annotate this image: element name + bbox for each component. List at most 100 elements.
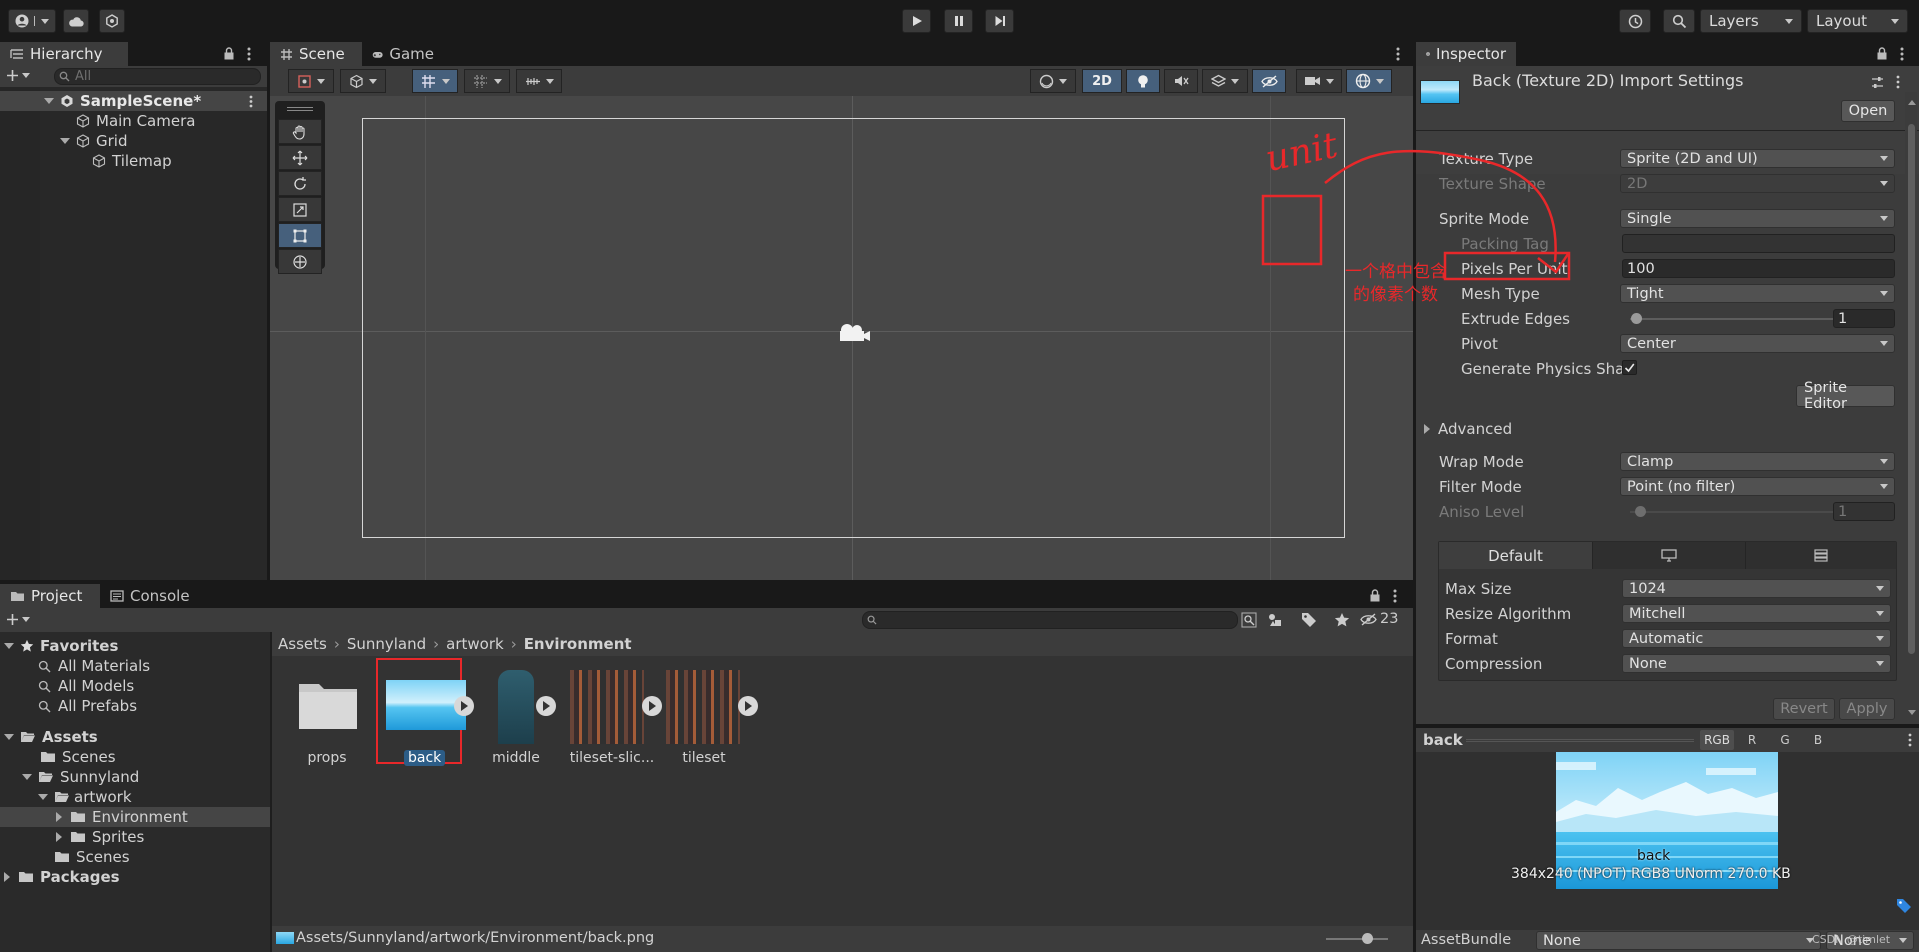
resize-algorithm-dropdown[interactable]: Mitchell bbox=[1622, 604, 1891, 623]
texture-type-dropdown[interactable]: Sprite (2D and UI) bbox=[1620, 149, 1895, 168]
pixels-per-unit-field[interactable]: 100 bbox=[1622, 259, 1895, 278]
pivot-toggle[interactable] bbox=[340, 69, 386, 93]
preset-sliders-icon[interactable] bbox=[1870, 75, 1885, 90]
folder-environment[interactable]: Environment bbox=[56, 807, 188, 827]
label-tag-icon[interactable] bbox=[1896, 898, 1912, 914]
asset-props[interactable]: props bbox=[292, 670, 362, 770]
search-button[interactable] bbox=[1663, 9, 1695, 33]
tab-scene[interactable]: Scene bbox=[270, 42, 362, 66]
platform-tab-server[interactable] bbox=[1745, 542, 1896, 569]
inspector-scroll-thumb[interactable] bbox=[1908, 124, 1915, 654]
layers-dropdown[interactable]: Layers bbox=[1700, 9, 1802, 33]
sprite-mode-dropdown[interactable]: Single bbox=[1620, 209, 1895, 228]
open-button[interactable]: Open bbox=[1841, 100, 1895, 122]
tab-console[interactable]: Console bbox=[100, 584, 200, 608]
asset-back[interactable]: back bbox=[384, 670, 474, 770]
hierarchy-item-grid[interactable]: Grid bbox=[60, 131, 127, 151]
lock-icon[interactable] bbox=[223, 47, 235, 60]
audio-toggle[interactable] bbox=[1164, 69, 1198, 93]
undo-history-button[interactable] bbox=[1619, 9, 1651, 33]
favorite-star-icon[interactable] bbox=[1334, 612, 1350, 628]
hidden-packages-toggle[interactable]: 23 bbox=[1360, 611, 1398, 627]
tool-hand[interactable] bbox=[278, 119, 322, 144]
asset-tileset[interactable]: tileset bbox=[664, 670, 758, 770]
extrude-slider-track[interactable] bbox=[1630, 318, 1836, 320]
mesh-type-dropdown[interactable]: Tight bbox=[1620, 284, 1895, 303]
tool-rotate[interactable] bbox=[278, 171, 322, 196]
expand-sprites-button[interactable] bbox=[454, 696, 474, 716]
scene-item[interactable]: SampleScene* bbox=[44, 91, 201, 111]
favorites-foldout[interactable]: Favorites bbox=[4, 636, 118, 656]
max-size-dropdown[interactable]: 1024 bbox=[1622, 579, 1891, 598]
folder-artwork[interactable]: artwork bbox=[38, 787, 132, 807]
advanced-foldout[interactable]: Advanced bbox=[1424, 419, 1512, 439]
favorite-all-prefabs[interactable]: All Prefabs bbox=[38, 696, 137, 716]
lighting-toggle[interactable] bbox=[1126, 69, 1160, 93]
more-vertical-icon[interactable] bbox=[1396, 47, 1400, 61]
channel-g-toggle[interactable]: G bbox=[1770, 730, 1800, 750]
filter-by-type-icon[interactable] bbox=[1267, 612, 1283, 628]
packages-folder[interactable]: Packages bbox=[4, 867, 120, 887]
effects-toggle[interactable] bbox=[1202, 69, 1248, 93]
expand-sprites-button[interactable] bbox=[536, 696, 556, 716]
breadcrumb-item-sunnyland[interactable]: Sunnyland bbox=[347, 635, 426, 653]
folder-sprites[interactable]: Sprites bbox=[56, 827, 144, 847]
tool-handle-toggle[interactable] bbox=[288, 69, 334, 93]
expand-sprites-button[interactable] bbox=[738, 696, 758, 716]
layout-dropdown[interactable]: Layout bbox=[1807, 9, 1908, 33]
platform-tab-default[interactable]: Default bbox=[1439, 542, 1592, 569]
channel-b-toggle[interactable]: B bbox=[1803, 730, 1833, 750]
scroll-down-arrow-icon[interactable] bbox=[1908, 710, 1916, 720]
sprite-editor-button[interactable]: Sprite Editor bbox=[1796, 380, 1895, 412]
hierarchy-item-tilemap[interactable]: Tilemap bbox=[92, 151, 172, 171]
project-search-input[interactable] bbox=[862, 611, 1238, 629]
folder-sunnyland[interactable]: Sunnyland bbox=[22, 767, 139, 787]
compression-dropdown[interactable]: None bbox=[1622, 654, 1891, 673]
asset-middle[interactable]: middle bbox=[476, 670, 556, 770]
extrude-slider-thumb[interactable] bbox=[1631, 313, 1642, 324]
lock-icon[interactable] bbox=[1876, 47, 1888, 60]
draw-mode-toggle[interactable] bbox=[1030, 69, 1076, 93]
apply-button[interactable]: Apply bbox=[1839, 698, 1895, 720]
platform-tab-standalone[interactable] bbox=[1592, 542, 1745, 569]
assets-folder[interactable]: Assets bbox=[4, 727, 98, 747]
asset-tileset-sliced[interactable]: tileset-slic... bbox=[568, 670, 662, 770]
pivot-dropdown[interactable]: Center bbox=[1620, 334, 1895, 353]
filter-mode-dropdown[interactable]: Point (no filter) bbox=[1620, 477, 1895, 496]
tool-scale[interactable] bbox=[278, 197, 322, 222]
tab-inspector[interactable]: Inspector bbox=[1416, 42, 1516, 66]
folder-scenes-sub[interactable]: Scenes bbox=[54, 847, 130, 867]
increment-snap-toggle[interactable] bbox=[516, 69, 562, 93]
tab-hierarchy[interactable]: Hierarchy bbox=[0, 42, 128, 66]
icon-size-slider-thumb[interactable] bbox=[1362, 933, 1373, 944]
add-object-button[interactable] bbox=[6, 69, 30, 82]
tab-game[interactable]: Game bbox=[362, 42, 444, 66]
collab-button[interactable] bbox=[99, 9, 125, 33]
pause-button[interactable] bbox=[944, 9, 973, 33]
more-vertical-icon[interactable] bbox=[249, 95, 253, 108]
step-button[interactable] bbox=[985, 9, 1014, 33]
tab-project[interactable]: Project bbox=[0, 584, 100, 608]
packing-tag-field[interactable] bbox=[1622, 234, 1895, 253]
assetbundle-dropdown[interactable]: None bbox=[1536, 931, 1821, 950]
format-dropdown[interactable]: Automatic bbox=[1622, 629, 1891, 648]
camera-gizmo-icon[interactable] bbox=[835, 321, 871, 345]
account-button[interactable] bbox=[8, 9, 56, 33]
more-vertical-icon[interactable] bbox=[1896, 75, 1900, 89]
scene-canvas[interactable] bbox=[270, 96, 1413, 580]
generate-physics-checkbox[interactable] bbox=[1622, 360, 1637, 375]
expand-sprites-button[interactable] bbox=[642, 696, 662, 716]
more-vertical-icon[interactable] bbox=[1908, 733, 1912, 747]
scroll-up-arrow-icon[interactable] bbox=[1908, 100, 1916, 118]
wrap-mode-dropdown[interactable]: Clamp bbox=[1620, 452, 1895, 471]
favorite-all-models[interactable]: All Models bbox=[38, 676, 134, 696]
icon-size-slider[interactable] bbox=[1326, 938, 1388, 940]
more-vertical-icon[interactable] bbox=[1393, 589, 1397, 603]
more-vertical-icon[interactable] bbox=[247, 47, 251, 61]
snap-toggle[interactable] bbox=[464, 69, 510, 93]
create-asset-button[interactable] bbox=[6, 613, 30, 626]
gizmos-toggle[interactable] bbox=[1346, 69, 1392, 93]
camera-settings-toggle[interactable] bbox=[1296, 69, 1342, 93]
folder-scenes[interactable]: Scenes bbox=[40, 747, 116, 767]
mode-2d-toggle[interactable]: 2D bbox=[1082, 69, 1122, 93]
